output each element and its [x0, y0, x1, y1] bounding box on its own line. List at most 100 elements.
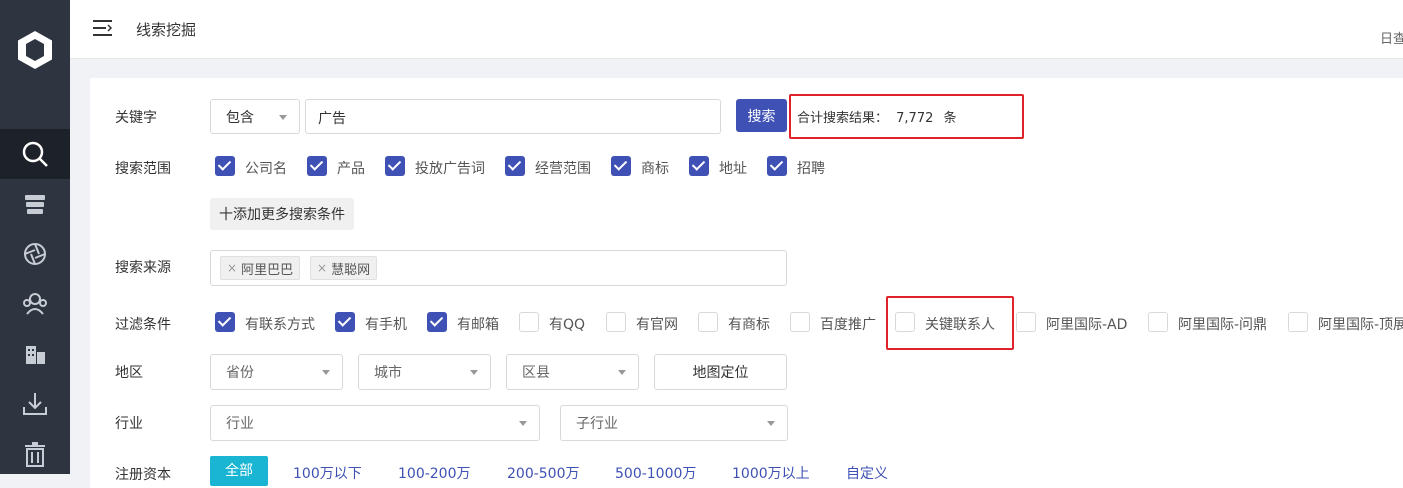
download-icon: [23, 393, 47, 415]
chevron-down-icon: [618, 370, 626, 375]
chevron-down-icon: [322, 370, 330, 375]
industry-label: 行业: [115, 416, 143, 432]
source-tag-alibaba[interactable]: × 阿里巴巴: [220, 256, 301, 280]
add-search-condition-button[interactable]: 十添加更多搜索条件: [210, 198, 354, 230]
province-select[interactable]: 省份: [210, 354, 343, 390]
chevron-down-icon: [519, 421, 527, 426]
chevron-down-icon: [767, 421, 775, 426]
region-label: 地区: [115, 365, 143, 381]
sidebar-item-database[interactable]: [0, 181, 70, 227]
scope-label: 搜索范围: [115, 161, 171, 177]
filter-checkbox-email[interactable]: [427, 312, 447, 332]
search-button[interactable]: 搜索: [736, 99, 787, 132]
source-tag-hc360[interactable]: × 慧聪网: [310, 256, 378, 280]
source-tag-label: 阿里巴巴: [241, 262, 294, 278]
sidebar-item-users[interactable]: [0, 281, 70, 327]
filter-label-ali-wending: 阿里国际-问鼎: [1178, 317, 1268, 333]
filter-checkbox-ali-ad[interactable]: [1016, 312, 1036, 332]
filter-label: 过滤条件: [115, 317, 171, 333]
city-placeholder: 城市: [374, 365, 402, 381]
filter-label-email: 有邮箱: [457, 317, 499, 333]
filter-label-ali-ad: 阿里国际-AD: [1046, 317, 1128, 333]
scope-checkbox-trademark[interactable]: [611, 156, 631, 176]
filter-label-qq: 有QQ: [549, 317, 586, 333]
filter-checkbox-contact[interactable]: [215, 312, 235, 332]
capital-option-all[interactable]: 全部: [210, 456, 268, 486]
filter-label-trademark: 有商标: [728, 317, 770, 333]
logo-icon: [18, 31, 52, 69]
sub-industry-select[interactable]: 子行业: [560, 405, 788, 441]
industry-select[interactable]: 行业: [210, 405, 540, 441]
sidebar-item-search[interactable]: [0, 129, 70, 179]
page-title: 线索挖掘: [136, 21, 197, 39]
chevron-down-icon: [279, 114, 287, 120]
filter-checkbox-ali-dingzhan[interactable]: [1288, 312, 1308, 332]
aperture-icon: [24, 243, 46, 265]
filter-checkbox-website[interactable]: [606, 312, 626, 332]
top-bar: 线索挖掘 日查: [70, 0, 1403, 59]
scope-label-company: 公司名: [245, 161, 287, 177]
top-right-link[interactable]: 日查: [1380, 28, 1403, 47]
filter-label-website: 有官网: [636, 317, 678, 333]
sidebar-item-aperture[interactable]: [0, 231, 70, 277]
search-icon: [22, 141, 48, 167]
scope-checkbox-address[interactable]: [689, 156, 709, 176]
county-placeholder: 区县: [522, 365, 550, 381]
highlight-box-result: [789, 94, 1024, 139]
capital-option-100-200[interactable]: 100-200万: [398, 463, 471, 483]
source-label: 搜索来源: [115, 260, 171, 276]
menu-toggle-button[interactable]: [92, 18, 114, 42]
filter-label-mobile: 有手机: [365, 317, 407, 333]
keyword-mode-select[interactable]: 包含: [210, 99, 300, 134]
county-select[interactable]: 区县: [506, 354, 639, 390]
sidebar: [0, 0, 70, 474]
building-icon: [26, 346, 45, 364]
scope-label-address: 地址: [719, 161, 747, 177]
capital-option-over-1000[interactable]: 1000万以上: [732, 463, 810, 483]
capital-option-under-100[interactable]: 100万以下: [293, 463, 362, 483]
sub-industry-placeholder: 子行业: [576, 416, 618, 432]
filter-label-contact: 有联系方式: [245, 317, 315, 333]
scope-label-product: 产品: [337, 161, 365, 177]
database-icon: [25, 195, 45, 214]
scope-label-ad-words: 投放广告词: [415, 161, 485, 177]
filter-checkbox-trademark[interactable]: [698, 312, 718, 332]
keyword-mode-value: 包含: [226, 109, 254, 126]
close-icon[interactable]: ×: [317, 261, 327, 275]
logo[interactable]: [0, 0, 70, 100]
close-icon[interactable]: ×: [227, 261, 237, 275]
province-placeholder: 省份: [226, 365, 254, 381]
scope-checkbox-product[interactable]: [307, 156, 327, 176]
keyword-label: 关键字: [115, 110, 157, 126]
filter-checkbox-ali-wending[interactable]: [1148, 312, 1168, 332]
capital-option-500-1000[interactable]: 500-1000万: [615, 463, 696, 483]
filter-label-ali-dingzhan: 阿里国际-顶展: [1318, 317, 1403, 333]
trash-icon: [25, 442, 45, 467]
sidebar-item-building[interactable]: [0, 331, 70, 377]
map-location-button[interactable]: 地图定位: [654, 354, 787, 390]
capital-option-200-500[interactable]: 200-500万: [507, 463, 580, 483]
users-icon: [23, 293, 47, 315]
scope-label-business-scope: 经营范围: [535, 161, 591, 177]
capital-option-custom[interactable]: 自定义: [846, 463, 888, 483]
chevron-down-icon: [470, 370, 478, 375]
filter-label-baidu-promo: 百度推广: [820, 317, 876, 333]
scope-label-trademark: 商标: [641, 161, 669, 177]
industry-placeholder: 行业: [226, 416, 254, 432]
capital-label: 注册资本: [115, 467, 171, 483]
filter-checkbox-baidu-promo[interactable]: [790, 312, 810, 332]
filter-checkbox-qq[interactable]: [519, 312, 539, 332]
menu-fold-icon: [93, 20, 113, 36]
scope-checkbox-recruitment[interactable]: [767, 156, 787, 176]
filter-checkbox-mobile[interactable]: [335, 312, 355, 332]
scope-checkbox-ad-words[interactable]: [385, 156, 405, 176]
source-tag-label: 慧聪网: [331, 262, 371, 278]
sidebar-item-trash[interactable]: [0, 431, 70, 477]
city-select[interactable]: 城市: [358, 354, 491, 390]
keyword-input[interactable]: 广告: [305, 99, 721, 134]
sidebar-item-download[interactable]: [0, 381, 70, 427]
scope-checkbox-company[interactable]: [215, 156, 235, 176]
scope-checkbox-business-scope[interactable]: [505, 156, 525, 176]
scope-label-recruitment: 招聘: [797, 161, 825, 177]
keyword-input-value: 广告: [318, 111, 346, 127]
